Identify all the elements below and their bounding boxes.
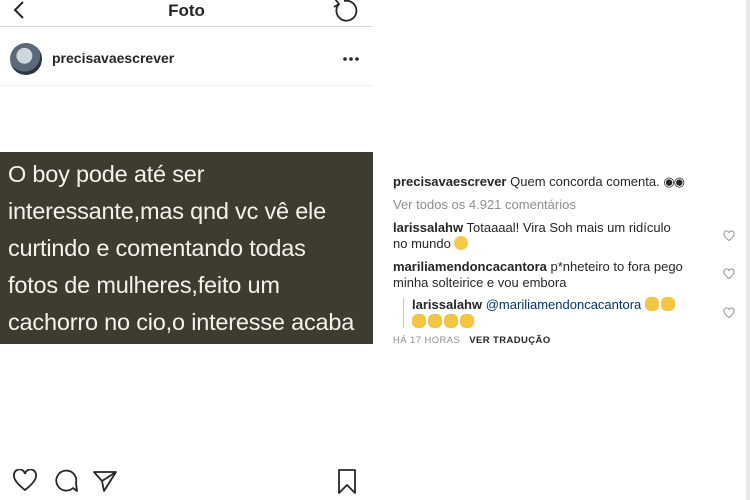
comment-text: Totaaaal! Vira Soh mais um ridículo xyxy=(466,220,671,235)
reply-mention-link[interactable]: @mariliamendoncacantora xyxy=(486,297,642,312)
comment-item: mariliamendoncacantora p*nheteiro to for… xyxy=(393,259,683,275)
post-panel: Foto precisavaescrever O boy pode até se… xyxy=(0,0,373,500)
clap-emoji-icon xyxy=(644,297,677,312)
top-bar: Foto xyxy=(0,0,373,27)
reply-item: larissalahw @mariliamendoncacantora xyxy=(412,297,677,313)
comment-like-heart-icon[interactable] xyxy=(723,230,735,242)
comments-panel: precisavaescrever Quem concorda comenta.… xyxy=(382,0,750,500)
rotate-icon[interactable] xyxy=(330,0,358,22)
view-all-comments-link[interactable]: Ver todos os 4.921 comentários xyxy=(393,197,576,212)
paper-plane-icon[interactable] xyxy=(92,469,118,493)
caption-username[interactable]: precisavaescrever xyxy=(393,174,507,189)
post-image[interactable]: O boy pode até ser interessante,mas qnd … xyxy=(0,152,373,344)
comment-text: no mundo xyxy=(393,236,451,251)
reply-indent-bar xyxy=(403,298,404,328)
post-header: precisavaescrever xyxy=(0,33,373,86)
image-text-line: fotos de mulheres,feito um xyxy=(8,272,280,298)
page-title: Foto xyxy=(168,1,205,20)
reply-username[interactable]: larissalahw xyxy=(412,297,482,312)
image-text-line: interessante,mas qnd vc vê ele xyxy=(8,198,326,224)
action-bar xyxy=(0,462,373,500)
image-text-line: cachorro no cio,o interesse acaba xyxy=(8,309,355,335)
comment-like-heart-icon[interactable] xyxy=(723,307,735,319)
eyes-emoji-icon: ◉◉ xyxy=(663,174,685,189)
comment-text: p*nheteiro to fora pego xyxy=(550,259,683,274)
clap-emoji-icon xyxy=(412,314,476,329)
more-horizontal-icon[interactable] xyxy=(340,49,362,69)
comment-bubble-icon[interactable] xyxy=(53,469,79,494)
comment-timestamp: HÁ 17 HORAS xyxy=(393,335,461,346)
comment-text: minha solteirice e vou embora xyxy=(393,275,567,290)
image-text-line: curtindo e comentando todas xyxy=(8,235,306,261)
comment-item-continued: no mundo xyxy=(393,236,469,252)
bookmark-icon[interactable] xyxy=(336,468,358,495)
image-text-line: O boy pode até ser xyxy=(8,161,205,187)
scrollbar[interactable] xyxy=(746,0,750,500)
comment-item: larissalahw Totaaaal! Vira Soh mais um r… xyxy=(393,220,671,236)
see-translation-link[interactable]: VER TRADUÇÃO xyxy=(469,335,550,346)
post-username[interactable]: precisavaescrever xyxy=(52,50,174,66)
reply-emojis xyxy=(412,314,476,330)
face-emoji-icon xyxy=(454,236,469,250)
caption-text: Quem concorda comenta. xyxy=(510,174,660,189)
avatar[interactable] xyxy=(10,43,42,75)
comment-meta: HÁ 17 HORAS VER TRADUÇÃO xyxy=(393,335,551,346)
heart-icon[interactable] xyxy=(12,469,38,493)
comment-item-continued: minha solteirice e vou embora xyxy=(393,275,566,291)
comment-like-heart-icon[interactable] xyxy=(723,268,735,280)
comment-username[interactable]: mariliamendoncacantora xyxy=(393,259,547,274)
comment-username[interactable]: larissalahw xyxy=(393,220,463,235)
caption: precisavaescrever Quem concorda comenta.… xyxy=(393,174,685,190)
